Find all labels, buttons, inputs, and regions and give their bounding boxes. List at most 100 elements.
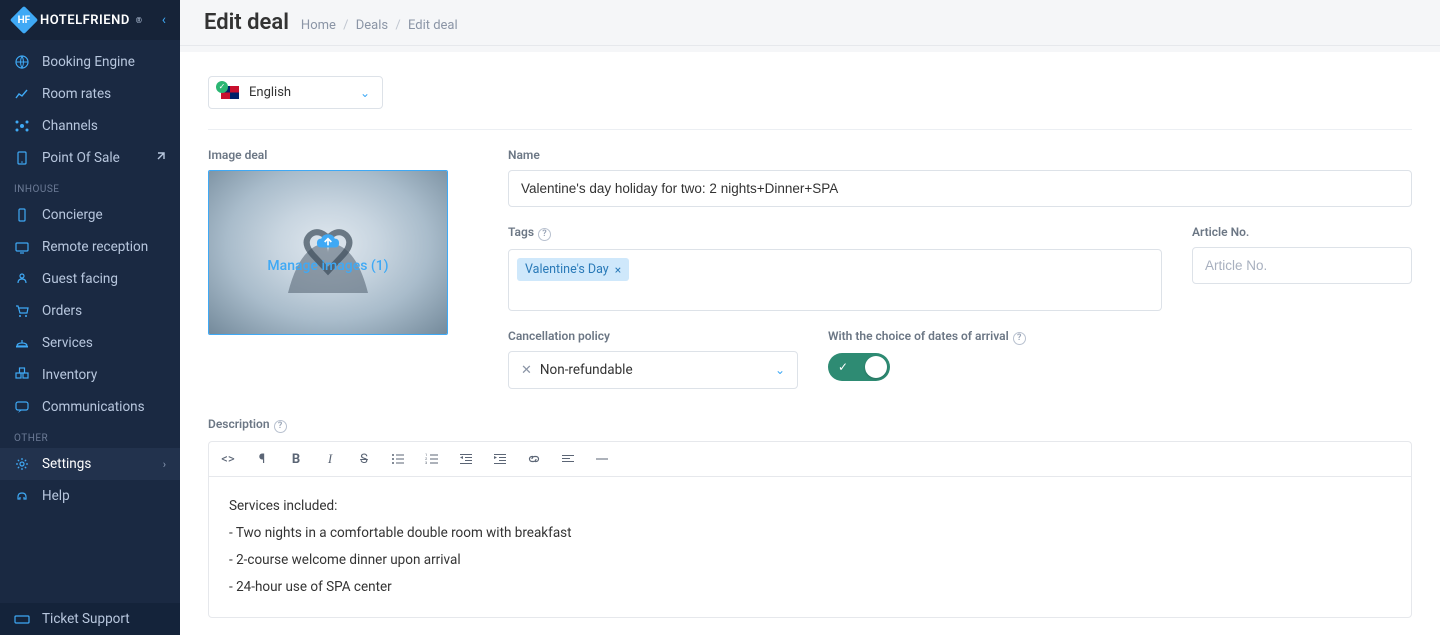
editor-toolbar: <> ¶ B I S 123 xyxy=(208,441,1412,476)
manage-images-link[interactable]: Manage images (1) xyxy=(267,258,388,274)
outdent-button[interactable] xyxy=(457,450,475,468)
pos-icon xyxy=(14,150,30,166)
sidebar-item-point-of-sale[interactable]: Point Of Sale xyxy=(0,142,180,174)
link-button[interactable] xyxy=(525,450,543,468)
tag-valentines-day: Valentine's Day × xyxy=(517,258,629,281)
chevron-right-icon: › xyxy=(163,458,166,471)
name-label: Name xyxy=(508,148,1412,162)
sidebar-item-label: Concierge xyxy=(42,207,103,223)
sidebar-item-label: Remote reception xyxy=(42,239,148,255)
bold-button[interactable]: B xyxy=(287,450,305,468)
image-deal-box[interactable]: Manage images (1) xyxy=(208,170,448,335)
section-inhouse: INHOUSE xyxy=(0,174,180,199)
page-header: Edit deal Home / Deals / Edit deal xyxy=(180,0,1440,46)
description-editor[interactable]: Services included: - Two nights in a com… xyxy=(208,476,1412,618)
remove-tag-icon[interactable]: × xyxy=(615,263,621,277)
sidebar-item-services[interactable]: Services xyxy=(0,327,180,359)
sidebar-nav: Booking Engine Room rates Channels Point Of… xyxy=(0,40,180,603)
indent-button[interactable] xyxy=(491,450,509,468)
chevron-down-icon: ⌄ xyxy=(360,86,370,100)
ordered-list-button[interactable]: 123 xyxy=(423,450,441,468)
sidebar-item-remote-reception[interactable]: Remote reception xyxy=(0,231,180,263)
sidebar-item-label: Ticket Support xyxy=(42,611,130,627)
sidebar-item-label: Channels xyxy=(42,118,98,134)
breadcrumb-deals[interactable]: Deals xyxy=(356,18,388,33)
svg-text:3: 3 xyxy=(425,460,427,465)
align-button[interactable] xyxy=(559,450,577,468)
sidebar-item-label: Orders xyxy=(42,303,82,319)
sidebar-item-label: Settings xyxy=(42,456,91,472)
logo-icon: HF xyxy=(10,6,38,34)
unordered-list-button[interactable] xyxy=(389,450,407,468)
sidebar-item-label: Guest facing xyxy=(42,271,118,287)
description-label: Description? xyxy=(208,417,1412,433)
language-select[interactable]: ✓ English ⌄ xyxy=(208,76,383,109)
phone-icon xyxy=(14,207,30,223)
italic-button[interactable]: I xyxy=(321,450,339,468)
check-icon: ✓ xyxy=(216,81,228,93)
reception-icon xyxy=(14,239,30,255)
name-input[interactable] xyxy=(508,170,1412,207)
strikethrough-button[interactable]: S xyxy=(355,450,373,468)
breadcrumb: Home / Deals / Edit deal xyxy=(301,18,458,33)
cancellation-value: Non-refundable xyxy=(540,362,633,378)
page-title: Edit deal xyxy=(204,10,289,35)
tags-input[interactable]: Valentine's Day × xyxy=(508,249,1162,311)
content: ✓ English ⌄ Image deal xyxy=(180,52,1440,635)
sidebar-item-channels[interactable]: Channels xyxy=(0,110,180,142)
arrival-dates-label: With the choice of dates of arrival? xyxy=(828,329,1412,345)
sidebar-item-ticket-support[interactable]: Ticket Support xyxy=(0,603,180,635)
breadcrumb-home[interactable]: Home xyxy=(301,18,336,33)
image-label: Image deal xyxy=(208,148,468,162)
external-link-icon xyxy=(154,151,166,166)
article-no-input[interactable] xyxy=(1192,247,1412,284)
sidebar-item-inventory[interactable]: Inventory xyxy=(0,359,180,391)
sidebar-item-communications[interactable]: Communications xyxy=(0,391,180,423)
sidebar-item-label: Point Of Sale xyxy=(42,150,120,166)
sidebar-item-concierge[interactable]: Concierge xyxy=(0,199,180,231)
main: Edit deal Home / Deals / Edit deal ✓ Eng… xyxy=(180,0,1440,635)
tags-label: Tags? xyxy=(508,225,1162,241)
inventory-icon xyxy=(14,367,30,383)
sidebar-item-label: Inventory xyxy=(42,367,97,383)
divider xyxy=(208,129,1412,130)
sidebar-item-guest-facing[interactable]: Guest facing xyxy=(0,263,180,295)
sidebar-item-label: Help xyxy=(42,488,70,504)
sidebar: HF HOTELFRIEND® ‹ Booking Engine Room rat… xyxy=(0,0,180,635)
bell-icon xyxy=(14,335,30,351)
info-icon[interactable]: ? xyxy=(538,228,551,241)
info-icon[interactable]: ? xyxy=(274,420,287,433)
sidebar-item-orders[interactable]: Orders xyxy=(0,295,180,327)
arrival-dates-toggle[interactable]: ✓ xyxy=(828,353,890,381)
horizontal-rule-button[interactable] xyxy=(593,450,611,468)
cancellation-label: Cancellation policy xyxy=(508,329,798,343)
flag-uk-icon: ✓ xyxy=(221,86,239,100)
sidebar-item-booking-engine[interactable]: Booking Engine xyxy=(0,46,180,78)
guest-icon xyxy=(14,271,30,287)
brand-logo[interactable]: HF HOTELFRIEND® xyxy=(14,10,162,30)
article-no-label: Article No. xyxy=(1192,225,1412,239)
sidebar-item-label: Communications xyxy=(42,399,145,415)
sidebar-item-label: Room rates xyxy=(42,86,111,102)
globe-icon xyxy=(14,54,30,70)
info-icon[interactable]: ? xyxy=(1013,332,1026,345)
chart-icon xyxy=(14,86,30,102)
toggle-knob xyxy=(865,356,887,378)
sidebar-item-label: Booking Engine xyxy=(42,54,135,70)
help-icon xyxy=(14,488,30,504)
brand-text: HOTELFRIEND xyxy=(40,13,130,28)
language-label: English xyxy=(249,85,291,100)
sidebar-collapse-icon[interactable]: ‹ xyxy=(162,12,166,28)
sidebar-item-help[interactable]: Help xyxy=(0,480,180,512)
code-view-button[interactable]: <> xyxy=(219,450,237,468)
cancellation-select[interactable]: ✕ Non-refundable ⌄ xyxy=(508,351,798,389)
channels-icon xyxy=(14,118,30,134)
paragraph-button[interactable]: ¶ xyxy=(253,450,271,468)
gear-icon xyxy=(14,456,30,472)
chevron-down-icon: ⌄ xyxy=(775,363,785,377)
ticket-icon xyxy=(14,611,30,627)
cart-icon xyxy=(14,303,30,319)
sidebar-item-room-rates[interactable]: Room rates xyxy=(0,78,180,110)
clear-icon[interactable]: ✕ xyxy=(521,363,532,378)
sidebar-item-settings[interactable]: Settings › xyxy=(0,448,180,480)
